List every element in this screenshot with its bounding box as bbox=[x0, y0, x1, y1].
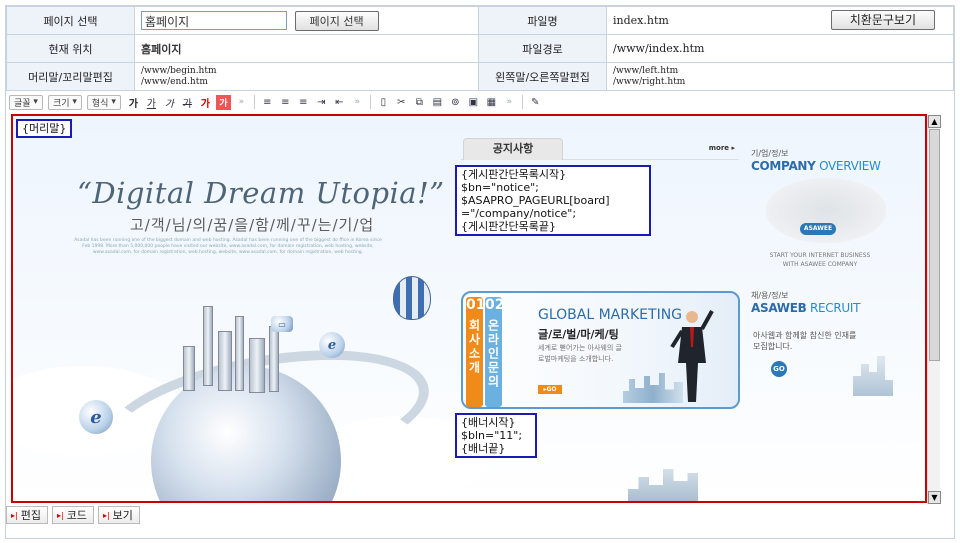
tv-sphere-icon: ▭ bbox=[271, 316, 293, 332]
strikethrough-button[interactable]: 가 bbox=[180, 95, 195, 110]
building-image bbox=[249, 338, 265, 393]
filepath-value: /www/index.htm bbox=[606, 34, 954, 63]
building-image bbox=[269, 326, 279, 392]
hero-subhead: 고/객/님/의/꿈/을/함/께/꾸/는/기/업 bbox=[130, 216, 375, 234]
italic-button[interactable]: 가 bbox=[162, 95, 177, 110]
link-icon[interactable]: ⊚ bbox=[448, 95, 463, 110]
notice-board-header: 공지사항 more ▸ bbox=[461, 138, 739, 160]
bottom-building-image bbox=[628, 469, 698, 501]
image-icon[interactable]: ▣ bbox=[466, 95, 481, 110]
more-align-icon[interactable]: » bbox=[350, 95, 365, 110]
building-image bbox=[183, 346, 195, 391]
wysiwyg-canvas[interactable]: {머리말} “Digital Dream Utopia!” 고/객/님/의/꿈/… bbox=[11, 114, 927, 503]
company-overview-section[interactable]: 기/업/정/보 COMPANY OVERVIEW bbox=[751, 148, 881, 173]
banner-go-button[interactable]: ▸GO bbox=[538, 385, 562, 394]
view-substitution-button[interactable]: 치환문구보기 bbox=[830, 10, 935, 30]
hero-headline: “Digital Dream Utopia!” bbox=[77, 176, 445, 210]
building-image bbox=[235, 316, 244, 391]
notice-tab[interactable]: 공지사항 bbox=[463, 138, 563, 160]
asawee-badge: ASAWEE bbox=[800, 223, 836, 235]
filepath-label: 파일경로 bbox=[478, 34, 607, 63]
more-insert-icon[interactable]: » bbox=[502, 95, 517, 110]
editor-scrollbar[interactable]: ▲ ▼ bbox=[927, 115, 941, 504]
left-file-link[interactable]: /www/left.htm bbox=[613, 66, 953, 77]
table-icon[interactable]: ▦ bbox=[484, 95, 499, 110]
banner-title: GLOBAL MARKETING bbox=[538, 307, 683, 323]
filename-label: 파일명 bbox=[478, 6, 607, 35]
align-left-icon[interactable]: ≡ bbox=[260, 95, 275, 110]
recruit-description: 아사웹과 함께할 참신한 인재를 모집합니다. bbox=[753, 331, 857, 351]
e-sphere-icon: e bbox=[79, 400, 113, 434]
bold-button[interactable]: 가 bbox=[126, 95, 141, 110]
underline-button[interactable]: 가 bbox=[144, 95, 159, 110]
header-footer-edit-label: 머리말/꼬리말편집 bbox=[6, 62, 135, 91]
board-list-tag: {게시판간단목록시작} $bn="notice"; $ASAPRO_PAGEUR… bbox=[455, 165, 651, 236]
hero-fine-print: Asadal has been running one of the bigge… bbox=[74, 238, 382, 255]
recruit-city-image bbox=[853, 356, 893, 396]
toolbar-divider bbox=[369, 95, 371, 109]
left-right-edit-label: 왼쪽말/오른쪽말편집 bbox=[478, 62, 607, 91]
new-document-icon[interactable]: ▯ bbox=[376, 95, 391, 110]
banner-subtitle: 글/로/벌/마/케/팅 bbox=[538, 328, 619, 341]
arrow-icon: ▸| bbox=[56, 510, 64, 520]
toolbar-divider bbox=[253, 95, 255, 109]
building-image bbox=[218, 331, 232, 391]
indent-icon[interactable]: ⇥ bbox=[314, 95, 329, 110]
settings-wrench-icon[interactable]: ✎ bbox=[528, 95, 543, 110]
paste-icon[interactable]: ▤ bbox=[430, 95, 445, 110]
align-right-icon[interactable]: ≡ bbox=[296, 95, 311, 110]
right-file-link[interactable]: /www/right.htm bbox=[613, 77, 953, 88]
building-image bbox=[203, 306, 213, 386]
more-link[interactable]: more ▸ bbox=[709, 144, 735, 152]
arrow-icon: ▸| bbox=[11, 510, 18, 520]
edit-mode-tab[interactable]: ▸| 편집 bbox=[6, 506, 48, 524]
hot-air-balloon-icon bbox=[393, 276, 431, 320]
align-center-icon[interactable]: ≡ bbox=[278, 95, 293, 110]
toolbar-divider bbox=[521, 95, 523, 109]
scroll-thumb[interactable] bbox=[929, 129, 940, 361]
e-sphere-icon: e bbox=[319, 332, 345, 358]
current-location-value: 홈페이지 bbox=[134, 34, 479, 63]
recruit-section[interactable]: 채/용/정/보 ASAWEB RECRUIT bbox=[751, 290, 860, 315]
filename-value: index.htm bbox=[613, 14, 669, 27]
banner-tag: {배너시작} $bln="11"; {배너끝} bbox=[455, 413, 537, 458]
company-tagline: START YOUR INTERNET BUSINESS WITH ASAWEE … bbox=[769, 252, 871, 268]
arrow-icon: ▸| bbox=[102, 510, 110, 520]
more-format-button[interactable]: » bbox=[234, 95, 249, 110]
copy-icon[interactable]: ⧉ bbox=[412, 95, 427, 110]
footer-file-link[interactable]: /www/end.htm bbox=[141, 77, 478, 88]
company-intro-tab[interactable]: 01 회사소개 bbox=[466, 297, 485, 407]
view-mode-tabs: ▸| 편집 ▸| 코드 ▸| 보기 bbox=[6, 506, 140, 524]
page-select-label: 페이지 선택 bbox=[6, 6, 135, 35]
page-info-table: 페이지 선택 홈페이지 페이지 선택 파일명 index.htm 치환문구보기 … bbox=[6, 6, 954, 91]
cut-icon[interactable]: ✂ bbox=[394, 95, 409, 110]
online-inquiry-tab[interactable]: 02 온라인문의 bbox=[485, 297, 504, 407]
header-file-link[interactable]: /www/begin.htm bbox=[141, 66, 478, 77]
recruit-go-button[interactable]: GO bbox=[771, 361, 787, 377]
page-select-button[interactable]: 페이지 선택 bbox=[294, 10, 379, 31]
background-color-button[interactable]: 가 bbox=[215, 94, 231, 110]
editor-panel: 페이지 선택 홈페이지 페이지 선택 파일명 index.htm 치환문구보기 … bbox=[5, 5, 955, 539]
font-dropdown[interactable]: 글꼴 ▾ bbox=[9, 94, 43, 110]
scroll-down-arrow-icon[interactable]: ▼ bbox=[928, 491, 941, 504]
banner-description: 세계로 뻗어가는 아사웨의 글로벌마케팅을 소개합니다. bbox=[538, 344, 622, 363]
global-marketing-banner[interactable]: 01 회사소개 02 온라인문의 GLOBAL MARKETING 글/로/벌/마/… bbox=[461, 291, 740, 409]
outdent-icon[interactable]: ⇤ bbox=[332, 95, 347, 110]
scroll-up-arrow-icon[interactable]: ▲ bbox=[928, 115, 941, 128]
editor-toolbar: 글꼴 ▾ 크기 ▾ 형식 ▾ 가 가 가 가 가 가 » ≡ ≡ ≡ ⇥ ⇤ »… bbox=[9, 94, 543, 110]
page-select-dropdown[interactable]: 홈페이지 bbox=[141, 11, 287, 30]
preview-mode-tab[interactable]: ▸| 보기 bbox=[97, 506, 140, 524]
font-color-button[interactable]: 가 bbox=[198, 95, 213, 110]
header-tag: {머리말} bbox=[16, 119, 73, 138]
format-dropdown[interactable]: 형식 ▾ bbox=[86, 94, 121, 110]
code-mode-tab[interactable]: ▸| 코드 bbox=[51, 506, 94, 524]
size-dropdown[interactable]: 크기 ▾ bbox=[47, 94, 82, 110]
current-location-label: 현재 위치 bbox=[6, 34, 135, 63]
